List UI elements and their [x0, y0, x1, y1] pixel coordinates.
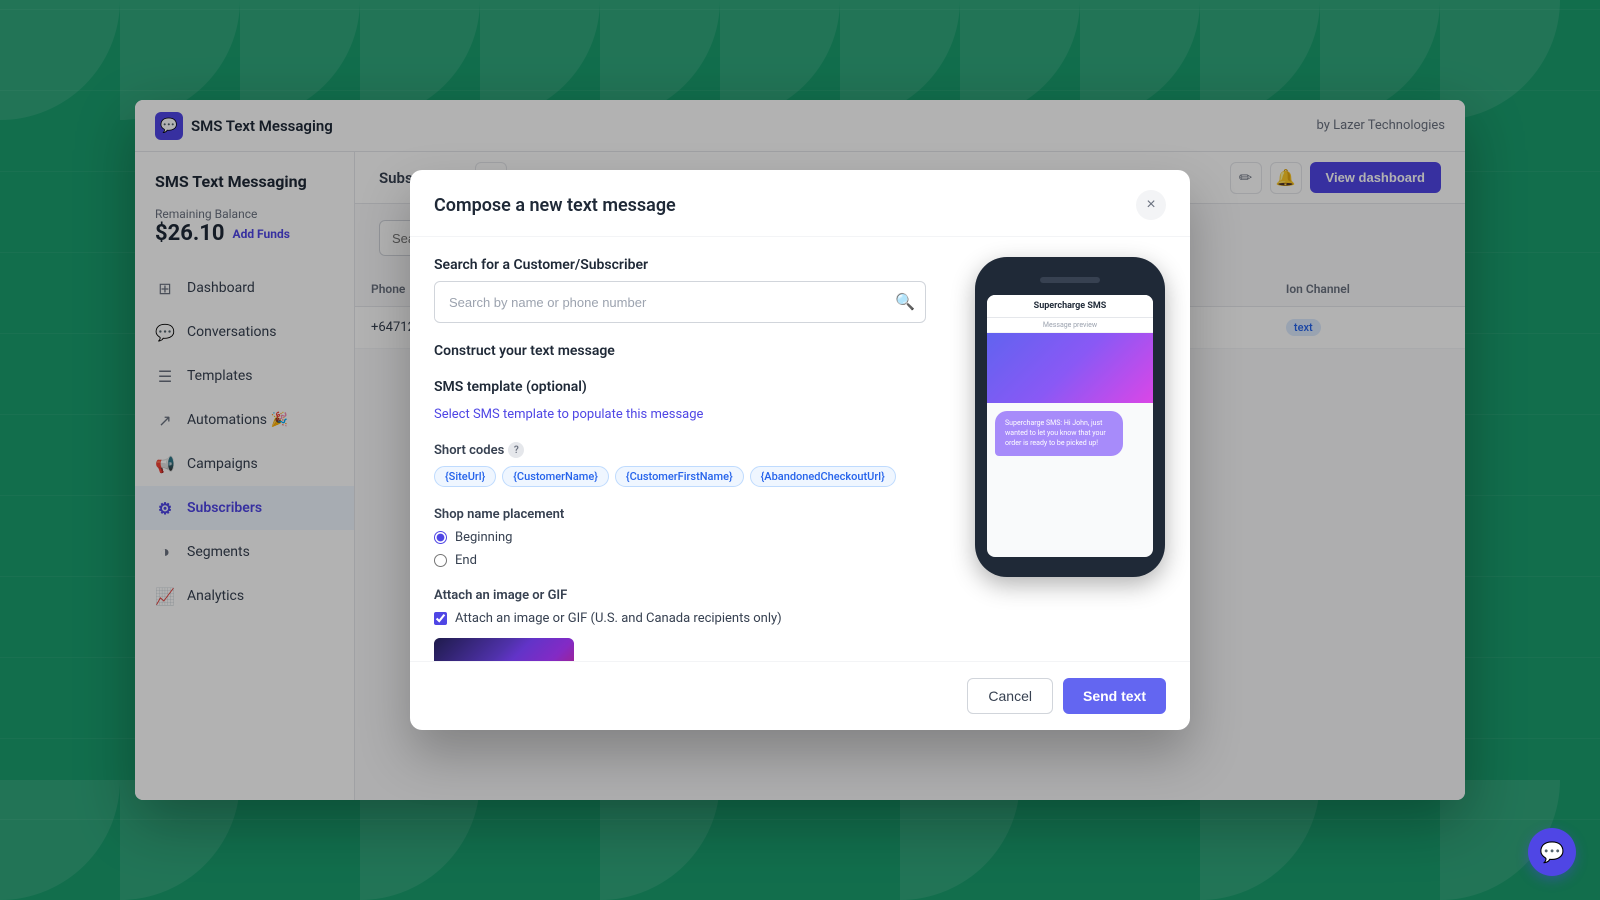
- search-section: Search for a Customer/Subscriber 🔍: [434, 257, 926, 323]
- modal-left-panel: Search for a Customer/Subscriber 🔍 Const…: [410, 237, 950, 661]
- short-codes-list: {SiteUrl} {CustomerName} {CustomerFirstN…: [434, 466, 926, 487]
- placement-label: Shop name placement: [434, 507, 926, 522]
- placement-beginning-radio[interactable]: [434, 531, 447, 544]
- placement-radio-group: Beginning End: [434, 530, 926, 568]
- placement-end[interactable]: End: [434, 553, 926, 568]
- chat-fab-icon: 💬: [1540, 840, 1565, 864]
- customer-search-container: 🔍: [434, 281, 926, 323]
- attach-checkbox-row[interactable]: Attach an image or GIF (U.S. and Canada …: [434, 611, 926, 626]
- customer-search-button[interactable]: 🔍: [885, 282, 925, 322]
- chat-fab-button[interactable]: 💬: [1528, 828, 1576, 876]
- phone-preview: Supercharge SMS Message preview Supercha…: [975, 257, 1165, 577]
- message-bubble: Supercharge SMS: Hi John, just wanted to…: [995, 411, 1123, 456]
- phone-app-name: Supercharge SMS: [987, 295, 1153, 318]
- attach-checkbox[interactable]: [434, 612, 447, 625]
- code-badge-abandonedcheckout[interactable]: {AbandonedCheckoutUrl}: [750, 466, 896, 487]
- modal-body: Search for a Customer/Subscriber 🔍 Const…: [410, 237, 1190, 661]
- phone-notch: [1040, 277, 1100, 283]
- attach-checkbox-label: Attach an image or GIF (U.S. and Canada …: [455, 611, 782, 626]
- placement-section: Shop name placement Beginning End: [434, 507, 926, 568]
- modal-right-panel: Supercharge SMS Message preview Supercha…: [950, 237, 1190, 661]
- attach-label: Attach an image or GIF: [434, 588, 926, 603]
- attach-section: Attach an image or GIF Attach an image o…: [434, 588, 926, 661]
- modal-title: Compose a new text message: [434, 195, 676, 216]
- code-badge-customername[interactable]: {CustomerName}: [502, 466, 609, 487]
- modal-header: Compose a new text message ×: [410, 170, 1190, 237]
- code-badge-siteurl[interactable]: {SiteUrl}: [434, 466, 496, 487]
- code-badge-customerfirstname[interactable]: {CustomerFirstName}: [615, 466, 744, 487]
- compose-section-label: Construct your text message: [434, 343, 926, 359]
- image-preview: [434, 638, 574, 661]
- image-preview-overlay: [434, 638, 574, 661]
- template-select-link[interactable]: Select SMS template to populate this mes…: [434, 407, 703, 422]
- phone-image-overlay: [987, 333, 1153, 403]
- template-section: SMS template (optional) Select SMS templ…: [434, 379, 926, 422]
- phone-screen: Supercharge SMS Message preview Supercha…: [987, 295, 1153, 557]
- placement-end-radio[interactable]: [434, 554, 447, 567]
- modal-close-button[interactable]: ×: [1136, 190, 1166, 220]
- short-codes-section: Short codes ? {SiteUrl} {CustomerName} {…: [434, 442, 926, 487]
- compose-modal: Compose a new text message × Search for …: [410, 170, 1190, 730]
- phone-subheader: Message preview: [987, 318, 1153, 333]
- modal-backdrop: Compose a new text message × Search for …: [0, 0, 1600, 900]
- short-codes-label: Short codes ?: [434, 442, 926, 458]
- compose-section: Construct your text message: [434, 343, 926, 359]
- send-text-button[interactable]: Send text: [1063, 678, 1166, 714]
- search-section-label: Search for a Customer/Subscriber: [434, 257, 926, 273]
- short-codes-help-icon[interactable]: ?: [508, 442, 524, 458]
- phone-image-area: [987, 333, 1153, 403]
- customer-search-input[interactable]: [435, 285, 885, 320]
- template-label: SMS template (optional): [434, 379, 926, 395]
- phone-message-area: Supercharge SMS: Hi John, just wanted to…: [987, 403, 1153, 557]
- cancel-button[interactable]: Cancel: [967, 678, 1053, 714]
- placement-beginning[interactable]: Beginning: [434, 530, 926, 545]
- modal-footer: Cancel Send text: [410, 661, 1190, 730]
